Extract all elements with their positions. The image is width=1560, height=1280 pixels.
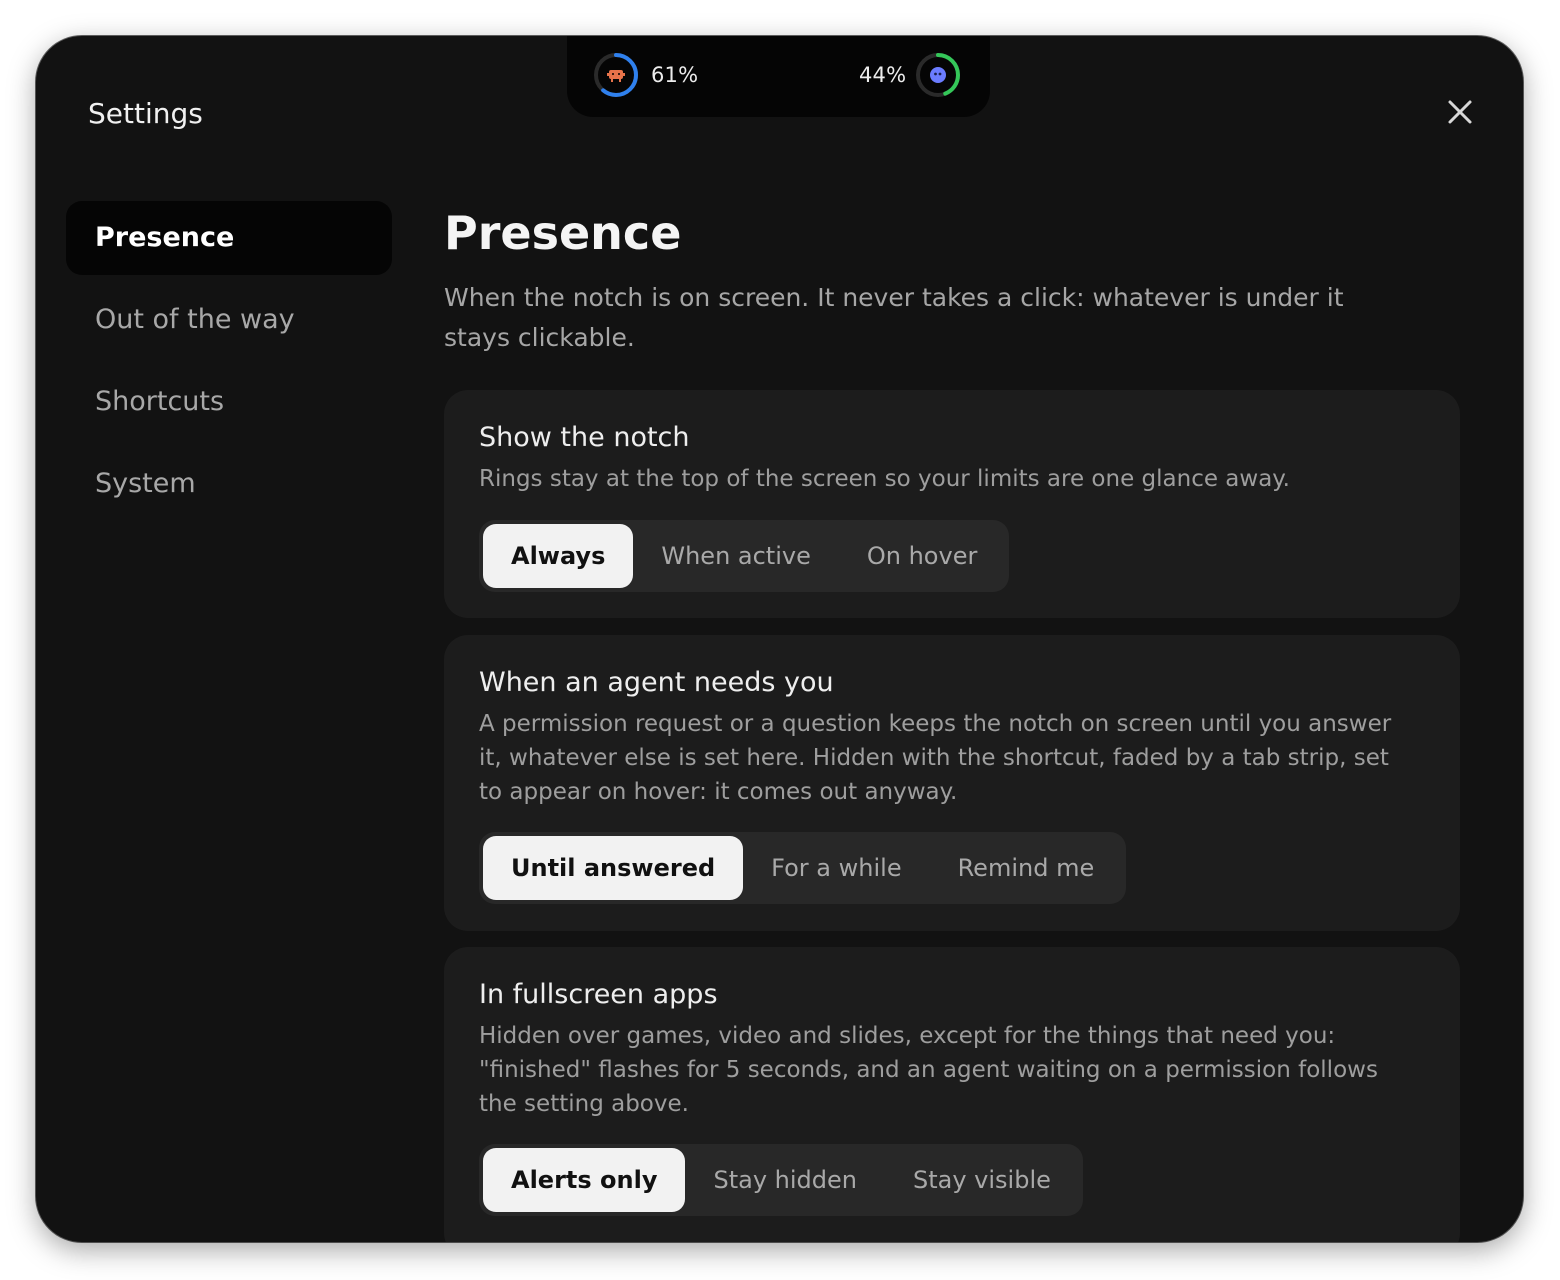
sidebar: Presence Out of the way Shortcuts System [66, 201, 392, 529]
segmented-control-fullscreen-apps: Alerts only Stay hidden Stay visible [479, 1144, 1083, 1216]
usage-percent-left: 61% [651, 63, 699, 87]
sidebar-item-system[interactable]: System [66, 447, 392, 521]
card-description: Rings stay at the top of the screen so y… [479, 466, 1290, 492]
option-stay-visible[interactable]: Stay visible [885, 1148, 1079, 1212]
segmented-control-agent-needs-you: Until answered For a while Remind me [479, 832, 1127, 904]
card-show-the-notch: Show the notch Rings stay at the top of … [444, 390, 1460, 618]
card-description: A permission request or a question keeps… [479, 711, 1392, 805]
usage-percent-right: 44% [859, 63, 907, 87]
card-title: Show the notch [479, 422, 690, 453]
close-icon[interactable] [1439, 91, 1481, 133]
option-when-active[interactable]: When active [633, 524, 839, 588]
sidebar-item-out-of-the-way[interactable]: Out of the way [66, 283, 392, 357]
main-content: Presence When the notch is on screen. It… [444, 204, 1460, 1242]
option-on-hover[interactable]: On hover [839, 524, 1005, 588]
card-title: In fullscreen apps [479, 979, 718, 1010]
page-description: When the notch is on screen. It never ta… [444, 283, 1344, 352]
notch: 61% 44% [567, 36, 990, 117]
card-description: Hidden over games, video and slides, exc… [479, 1023, 1378, 1117]
option-stay-hidden[interactable]: Stay hidden [685, 1148, 885, 1212]
robot-icon [606, 65, 626, 85]
card-in-fullscreen-apps: In fullscreen apps Hidden over games, vi… [444, 947, 1460, 1242]
settings-window: 61% 44% Settings Presence Out of the way… [36, 36, 1523, 1242]
option-for-a-while[interactable]: For a while [743, 836, 929, 900]
window-title: Settings [88, 97, 203, 130]
option-until-answered[interactable]: Until answered [483, 836, 744, 900]
blob-icon [928, 65, 948, 85]
card-when-an-agent-needs-you: When an agent needs you A permission req… [444, 635, 1460, 931]
option-remind-me[interactable]: Remind me [930, 836, 1123, 900]
page-title: Presence [444, 206, 682, 260]
close-button[interactable] [1439, 91, 1481, 133]
usage-ring-right [915, 52, 961, 98]
usage-ring-left [593, 52, 639, 98]
option-alerts-only[interactable]: Alerts only [483, 1148, 686, 1212]
sidebar-item-shortcuts[interactable]: Shortcuts [66, 365, 392, 439]
sidebar-item-presence[interactable]: Presence [66, 201, 392, 275]
card-title: When an agent needs you [479, 667, 834, 698]
segmented-control-show-the-notch: Always When active On hover [479, 520, 1010, 592]
option-always[interactable]: Always [483, 524, 634, 588]
